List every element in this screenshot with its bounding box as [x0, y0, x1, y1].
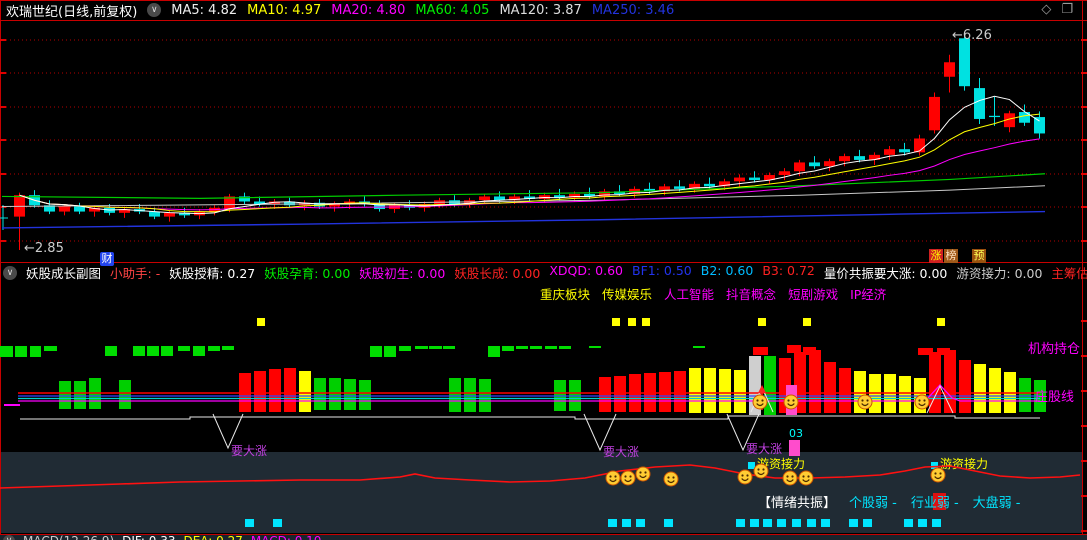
ma-value: MA120: 3.87 [499, 2, 582, 18]
diamond-icon[interactable]: ◇ [1041, 2, 1051, 17]
smiley-emoji [635, 466, 651, 482]
frame-under-title [0, 20, 1087, 21]
smiley-emoji [620, 470, 636, 486]
stock-title: 欢瑞世纪(日线,前复权) [6, 4, 138, 20]
indicator-field: 妖股长成: 0.00 [454, 266, 541, 281]
chevron-down-icon[interactable]: ∨ [147, 3, 162, 17]
smiley-emoji [930, 467, 946, 483]
sentiment-item: 行业弱 - [910, 496, 959, 511]
macd-strip: ∨ MACD(12,26,9) DIF: 0.33 DEA: 0.27 MACD: … [0, 534, 1087, 540]
indicator-field: 妖股初生: 0.00 [359, 266, 446, 281]
ma-value: MA250: 3.46 [591, 2, 675, 18]
svg-text:庄股线: 庄股线 [1035, 389, 1074, 405]
svg-text:游资接力: 游资接力 [940, 456, 988, 471]
indicator-field: 小助手: - [110, 266, 161, 281]
indicator-field: B3: 0.72 [762, 263, 815, 278]
indicator-field: 主筹估算X: -2.16 [1051, 266, 1087, 281]
smiley-emoji [798, 470, 814, 486]
sector-tag[interactable]: 短剧游戏 [788, 284, 838, 302]
sector-tag[interactable]: 抖音概念 [726, 284, 776, 302]
candles [14, 35, 1045, 250]
sector-tags: 重庆板块 传媒娱乐 人工智能 抖音概念 短剧游戏 IP经济 [540, 284, 886, 302]
title-bar: 欢瑞世纪(日线,前复权) ∨ MA5: 4.82 MA10: 4.97 MA20: … [0, 0, 1087, 20]
corner-badge[interactable]: 涨 [929, 249, 943, 263]
ma-legend: MA5: 4.82 MA10: 4.97 MA20: 4.80 MA60: 4.05 M… [171, 3, 674, 18]
svg-text:03: 03 [789, 427, 803, 440]
ma-value: MA60: 4.05 [415, 2, 490, 18]
ma-value: MA5: 4.82 [171, 2, 238, 18]
smiley-emoji [783, 394, 799, 410]
smiley-emoji [663, 471, 679, 487]
corner-badge[interactable]: 预 [972, 249, 986, 263]
svg-text:←6.26: ←6.26 [952, 28, 992, 43]
window-controls: ◇ ❐ [1041, 2, 1073, 17]
smiley-emoji [782, 470, 798, 486]
smiley-emoji [737, 469, 753, 485]
sentiment-row: 【情绪共振】 个股弱 - 行业弱 - 大盘弱 - [758, 492, 1021, 511]
chevron-down-icon[interactable]: ∨ [3, 265, 17, 280]
sector-tag[interactable]: 重庆板块 [540, 284, 590, 302]
trading-app-window: 欢瑞世纪(日线,前复权) ∨ MA5: 4.82 MA10: 4.97 MA20: … [0, 0, 1087, 540]
smiley-emoji [857, 394, 873, 410]
panes-icon[interactable]: ❐ [1061, 2, 1073, 17]
sentiment-items: 个股弱 - 行业弱 - 大盘弱 - [849, 492, 1021, 511]
macd-title: MACD(12,26,9) [23, 535, 114, 540]
sentiment-item: 大盘弱 - [972, 496, 1021, 511]
smiley-emoji [914, 394, 930, 410]
sector-tag[interactable]: 人工智能 [664, 284, 714, 302]
macd-value: DEA: 0.27 [183, 535, 242, 540]
sector-tag[interactable]: IP经济 [850, 284, 886, 302]
svg-text:要大涨: 要大涨 [603, 444, 639, 459]
svg-text:机构持仓: 机构持仓 [1028, 342, 1080, 357]
indicator-field: 量价共振要大涨: 0.00 [823, 266, 948, 281]
indicator-field: 妖股孕育: 0.00 [264, 266, 351, 281]
svg-text:要大涨: 要大涨 [231, 443, 267, 458]
sentiment-prefix: 【情绪共振】 [758, 496, 837, 511]
macd-value: DIF: 0.33 [122, 535, 175, 540]
ma-value: MA20: 4.80 [331, 2, 406, 18]
smiley-emoji [605, 470, 621, 486]
ma-value: MA10: 4.97 [247, 2, 322, 18]
indicator-field: B2: 0.60 [700, 263, 754, 278]
indicator-field: BF1: 0.50 [632, 263, 692, 278]
smiley-emoji [753, 463, 769, 479]
indicator-header: ∨ 妖股成长副图 小助手: - 妖股授精: 0.27 妖股孕育: 0.00 妖股初生:… [0, 263, 1087, 282]
smiley-emoji [752, 394, 768, 410]
indicator-field: 游资接力: 0.00 [956, 266, 1043, 281]
svg-text:要大涨: 要大涨 [746, 441, 782, 456]
indicator-field: 妖股授精: 0.27 [169, 266, 256, 281]
macd-values: DIF: 0.33 DEA: 0.27 MACD: 0.10 [122, 535, 321, 540]
sentiment-item: 个股弱 - [849, 496, 897, 511]
frame-top [0, 0, 1087, 1]
svg-text:←2.85: ←2.85 [24, 241, 64, 256]
corner-badge[interactable]: 榜 [944, 249, 958, 263]
indicator-fields: 小助手: - 妖股授精: 0.27 妖股孕育: 0.00 妖股初生: 0.00 妖股长成… [110, 263, 1087, 282]
svg-text:游资接力: 游资接力 [757, 456, 805, 471]
indicator-field: XDQD: 0.60 [549, 263, 624, 278]
sector-tag[interactable]: 传媒娱乐 [602, 284, 652, 302]
chevron-down-icon[interactable]: ∨ [3, 535, 15, 540]
macd-value: MACD: 0.10 [251, 535, 322, 540]
indicator-title[interactable]: 妖股成长副图 [26, 263, 101, 282]
candlestick-chart[interactable]: ←2.85 ←6.26 [0, 21, 1087, 260]
